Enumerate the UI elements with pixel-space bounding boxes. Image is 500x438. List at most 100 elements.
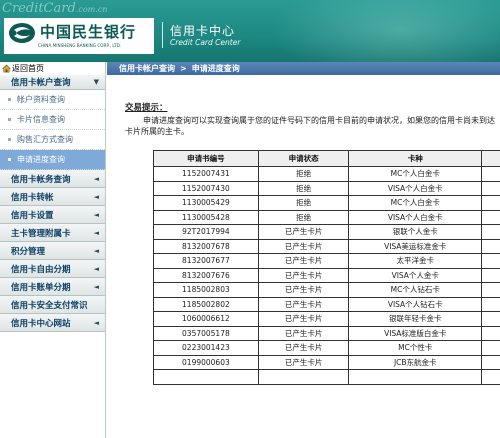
sidebar-item-label: 信用卡中心网站 xyxy=(11,318,71,329)
cell-status: 已产生卡片 xyxy=(257,224,350,240)
column-header-card-type: 卡种 xyxy=(348,150,483,167)
table-row: 1185002802 已产生卡片 VISA个人钻石卡 xyxy=(153,296,500,312)
sidebar-item-points[interactable]: 积分管理 ◄ xyxy=(0,242,105,260)
bank-logo[interactable]: 中国民生银行 CHINA MINSHENG BANKING CORP., LTD… xyxy=(4,18,154,54)
cell-extra xyxy=(481,238,500,254)
cell-status: 已产生卡片 xyxy=(257,311,350,327)
column-header-extra xyxy=(481,150,500,167)
sidebar-sub-card-info[interactable]: 卡片信息查询 xyxy=(0,110,105,130)
cell-status: 拒绝 xyxy=(257,195,350,211)
home-link[interactable]: 返回首页 xyxy=(0,62,105,75)
cell-status: 已产生卡片 xyxy=(257,296,350,312)
expand-arrow-icon: ◄ xyxy=(93,318,99,327)
cell-app-no: 0357005178 xyxy=(153,325,259,341)
cell-card-type: VISA个人白金卡 xyxy=(348,180,483,196)
table-row: 1185002803 已产生卡片 MC个人钻石卡 xyxy=(153,282,500,298)
cell-app-no: 1185002802 xyxy=(153,296,259,312)
sidebar-item-statement[interactable]: 信用卡帐务查询 ◄ xyxy=(0,170,105,188)
sidebar-sub-application-progress[interactable]: 申请进度查询 xyxy=(0,150,105,170)
sidebar-item-supplementary-card[interactable]: 主卡管理附属卡 ◄ xyxy=(0,224,105,242)
sidebar-item-label: 信用卡设置 xyxy=(11,210,54,221)
cell-card-type: MC个性卡 xyxy=(348,340,483,356)
cell-status: 已产生卡片 xyxy=(257,282,350,298)
cell-card-type: 银联年轻卡金卡 xyxy=(348,311,483,327)
sidebar-sub-exchange-method[interactable]: 购售汇方式查询 xyxy=(0,130,105,150)
expand-arrow-icon: ◄ xyxy=(93,210,99,219)
breadcrumb: 信用卡帐户查询 > 申请进度查询 xyxy=(107,62,500,75)
cell-status: 已产生卡片 xyxy=(257,354,350,370)
table-row: 1060006612 已产生卡片 银联年轻卡金卡 xyxy=(153,311,500,327)
section-title-cn: 信用卡中心 xyxy=(170,24,236,38)
sidebar-item-label: 信用卡转帐 xyxy=(11,192,54,203)
column-header-status: 申请状态 xyxy=(257,150,350,167)
cell-app-no: 8132007676 xyxy=(153,267,259,283)
cell-status xyxy=(257,369,350,385)
table-row: 0223001423 已产生卡片 MC个性卡 xyxy=(153,340,500,356)
cell-extra xyxy=(481,296,500,312)
table-row: 1152007430 拒绝 VISA个人白金卡 xyxy=(153,180,500,196)
main-content: 信用卡帐户查询 > 申请进度查询 交易提示： 申请进度查询可以实现查询属于您的证… xyxy=(107,62,500,438)
expand-arrow-icon: ◄ xyxy=(93,174,99,183)
application-table: 申请书编号 申请状态 卡种 1152007431 拒绝 MC个人白金卡 1152007… xyxy=(153,150,500,385)
banner-glow xyxy=(270,0,500,62)
table-row: 1130005429 拒绝 MC个人白金卡 xyxy=(153,195,500,211)
home-label: 返回首页 xyxy=(12,64,44,73)
cell-extra xyxy=(481,282,500,298)
cell-status: 已产生卡片 xyxy=(257,325,350,341)
expand-arrow-icon: ◄ xyxy=(93,228,99,237)
bank-name-en: CHINA MINSHENG BANKING CORP., LTD. xyxy=(38,43,122,48)
bank-name-cn: 中国民生银行 xyxy=(40,23,137,41)
sidebar-item-label: 积分管理 xyxy=(11,246,46,257)
sidebar-item-settings[interactable]: 信用卡设置 ◄ xyxy=(0,206,105,224)
cell-status: 已产生卡片 xyxy=(257,340,350,356)
cell-card-type: VISA个人钻石卡 xyxy=(348,296,483,312)
table-row: 0199000603 已产生卡片 JCB东航金卡 xyxy=(153,354,500,370)
cell-card-type: MC个人钻石卡 xyxy=(348,282,483,298)
table-header-row: 申请书编号 申请状态 卡种 xyxy=(153,150,500,167)
cell-app-no: 0223001423 xyxy=(153,340,259,356)
cell-app-no: 1185002803 xyxy=(153,282,259,298)
sidebar-section-label: 信用卡帐户查询 xyxy=(11,78,71,88)
cell-status: 拒绝 xyxy=(257,209,350,225)
sidebar-item-security-tips[interactable]: 信用卡安全支付常识 xyxy=(0,296,105,314)
cell-extra xyxy=(481,325,500,341)
collapse-arrow-icon: ▼ xyxy=(93,78,99,86)
cell-card-type: 银联个人金卡 xyxy=(348,224,483,240)
table-row: 0357005178 已产生卡片 VISA标准版白金卡 xyxy=(153,325,500,341)
breadcrumb-item[interactable]: 信用卡帐户查询 xyxy=(119,63,175,74)
sidebar-item-website[interactable]: 信用卡中心网站 ◄ xyxy=(0,314,105,332)
section-title-en: Credit Card Center xyxy=(170,38,241,47)
cell-card-type xyxy=(348,369,483,385)
cell-app-no: 1152007431 xyxy=(153,166,259,182)
cell-status: 已产生卡片 xyxy=(257,253,350,269)
column-header-app-no: 申请书编号 xyxy=(153,150,259,167)
cell-extra xyxy=(481,224,500,240)
sidebar-item-label: 主卡管理附属卡 xyxy=(11,228,71,239)
tip-title: 交易提示： xyxy=(125,103,168,113)
cell-card-type: VISA标准版白金卡 xyxy=(348,325,483,341)
sidebar-item-free-installment[interactable]: 信用卡自由分期 ◄ xyxy=(0,260,105,278)
cell-app-no: 1060006612 xyxy=(153,311,259,327)
bank-logo-icon xyxy=(9,23,35,43)
cell-extra xyxy=(481,354,500,370)
expand-arrow-icon: ◄ xyxy=(93,282,99,291)
sidebar-item-bill-installment[interactable]: 信用卡账单分期 ◄ xyxy=(0,278,105,296)
sidebar: 返回首页 信用卡帐户查询 ▼ 帐户资料查询 卡片信息查询 购售汇方式查询 申请进… xyxy=(0,62,106,438)
cell-app-no: 1152007430 xyxy=(153,180,259,196)
cell-app-no xyxy=(153,369,259,385)
table-row: 8132007678 已产生卡片 VISA美运标准金卡 xyxy=(153,238,500,254)
sidebar-sub-account-info[interactable]: 帐户资料查询 xyxy=(0,90,105,110)
sidebar-item-transfer[interactable]: 信用卡转帐 ◄ xyxy=(0,188,105,206)
cell-extra xyxy=(481,369,500,385)
header-banner: CreditCard.com.cn 中国民生银行 CHINA MINSHENG … xyxy=(0,0,500,62)
cell-extra xyxy=(481,311,500,327)
sidebar-section-account[interactable]: 信用卡帐户查询 ▼ xyxy=(0,75,105,90)
banner-divider xyxy=(162,22,163,48)
cell-extra xyxy=(481,267,500,283)
table-row: 92T2017994 已产生卡片 银联个人金卡 xyxy=(153,224,500,240)
cell-app-no: 0199000603 xyxy=(153,354,259,370)
cell-app-no: 8132007678 xyxy=(153,238,259,254)
cell-app-no: 8132007677 xyxy=(153,253,259,269)
breadcrumb-current: 申请进度查询 xyxy=(191,64,240,73)
table-row xyxy=(153,369,500,385)
